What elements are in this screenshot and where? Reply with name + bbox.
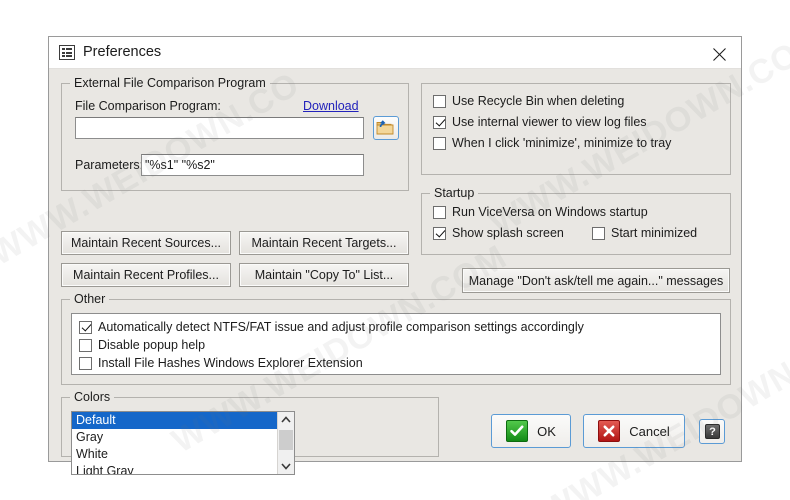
maintain-recent-sources-button[interactable]: Maintain Recent Sources...	[61, 231, 231, 255]
dialog-body: External File Comparison Program File Co…	[49, 69, 741, 475]
checkbox-box	[592, 226, 605, 240]
title-bar: Preferences	[49, 37, 741, 69]
show-splash-screen-checkbox[interactable]: Show splash screen	[433, 226, 564, 240]
cancel-button-label: Cancel	[629, 423, 670, 439]
checkbox-label: Run ViceVersa on Windows startup	[452, 205, 648, 219]
checkbox-label: When I click 'minimize', minimize to tra…	[452, 136, 672, 150]
checkbox-label: Use Recycle Bin when deleting	[452, 94, 625, 108]
checkbox-label: Start minimized	[611, 226, 698, 240]
list-item[interactable]: White	[72, 446, 277, 463]
close-x-icon	[598, 420, 621, 442]
auto-detect-ntfs-fat-checkbox[interactable]: Automatically detect NTFS/FAT issue and …	[79, 320, 584, 334]
disable-popup-help-checkbox[interactable]: Disable popup help	[79, 338, 205, 352]
checkbox-box	[79, 320, 92, 334]
checkbox-box	[433, 205, 446, 219]
list-properties-icon	[59, 45, 75, 60]
checkbox-label: Show splash screen	[452, 226, 564, 240]
other-group-legend: Other	[70, 292, 110, 306]
checkbox-box	[433, 136, 446, 150]
scroll-up-icon[interactable]	[278, 412, 294, 428]
close-icon[interactable]	[697, 37, 741, 68]
minimize-to-tray-checkbox[interactable]: When I click 'minimize', minimize to tra…	[433, 136, 671, 150]
start-minimized-checkbox[interactable]: Start minimized	[592, 226, 697, 240]
maintain-recent-targets-button[interactable]: Maintain Recent Targets...	[239, 231, 409, 255]
startup-group-legend: Startup	[430, 186, 479, 200]
file-comparison-program-label: File Comparison Program:	[75, 99, 221, 113]
colors-listbox-scrollbar[interactable]	[277, 412, 294, 474]
use-recycle-bin-checkbox[interactable]: Use Recycle Bin when deleting	[433, 94, 624, 108]
colors-list-items: Default Gray White Light Gray Light Blue	[72, 412, 277, 474]
startup-group: Startup	[421, 186, 731, 255]
scrollbar-thumb[interactable]	[279, 430, 293, 450]
parameters-input[interactable]	[141, 154, 364, 176]
parameters-label: Parameters:	[75, 158, 144, 172]
checkbox-box	[433, 115, 446, 129]
checkbox-box	[433, 226, 446, 240]
ok-button[interactable]: OK	[491, 414, 571, 448]
ok-button-label: OK	[537, 423, 556, 439]
cancel-button[interactable]: Cancel	[583, 414, 685, 448]
checkbox-label: Install File Hashes Windows Explorer Ext…	[98, 356, 363, 370]
checkbox-box	[79, 338, 92, 352]
maintain-recent-profiles-button[interactable]: Maintain Recent Profiles...	[61, 263, 231, 287]
maintain-copy-to-list-button[interactable]: Maintain "Copy To" List...	[239, 263, 409, 287]
use-internal-viewer-checkbox[interactable]: Use internal viewer to view log files	[433, 115, 647, 129]
colors-group-legend: Colors	[70, 390, 115, 404]
colors-listbox[interactable]: Default Gray White Light Gray Light Blue	[71, 411, 295, 475]
list-item[interactable]: Light Gray	[72, 463, 277, 474]
checkbox-box	[79, 356, 92, 370]
check-icon	[506, 420, 529, 442]
manage-messages-button[interactable]: Manage "Don't ask/tell me again..." mess…	[462, 268, 730, 293]
scroll-down-icon[interactable]	[278, 458, 294, 474]
external-group-legend: External File Comparison Program	[70, 76, 270, 90]
download-link[interactable]: Download	[303, 99, 359, 113]
checkbox-box	[433, 94, 446, 108]
window-title: Preferences	[83, 44, 162, 60]
install-file-hashes-checkbox[interactable]: Install File Hashes Windows Explorer Ext…	[79, 356, 363, 370]
question-mark-icon: ?	[705, 424, 720, 439]
checkbox-label: Automatically detect NTFS/FAT issue and …	[98, 320, 584, 334]
list-item[interactable]: Default	[72, 412, 277, 429]
list-item[interactable]: Gray	[72, 429, 277, 446]
checkbox-label: Use internal viewer to view log files	[452, 115, 647, 129]
checkbox-label: Disable popup help	[98, 338, 206, 352]
file-comparison-program-input[interactable]	[75, 117, 364, 139]
run-on-windows-startup-checkbox[interactable]: Run ViceVersa on Windows startup	[433, 205, 648, 219]
preferences-dialog: Preferences External File Comparison Pro…	[48, 36, 742, 475]
folder-browse-icon[interactable]	[373, 116, 399, 140]
help-button[interactable]: ?	[699, 419, 725, 444]
